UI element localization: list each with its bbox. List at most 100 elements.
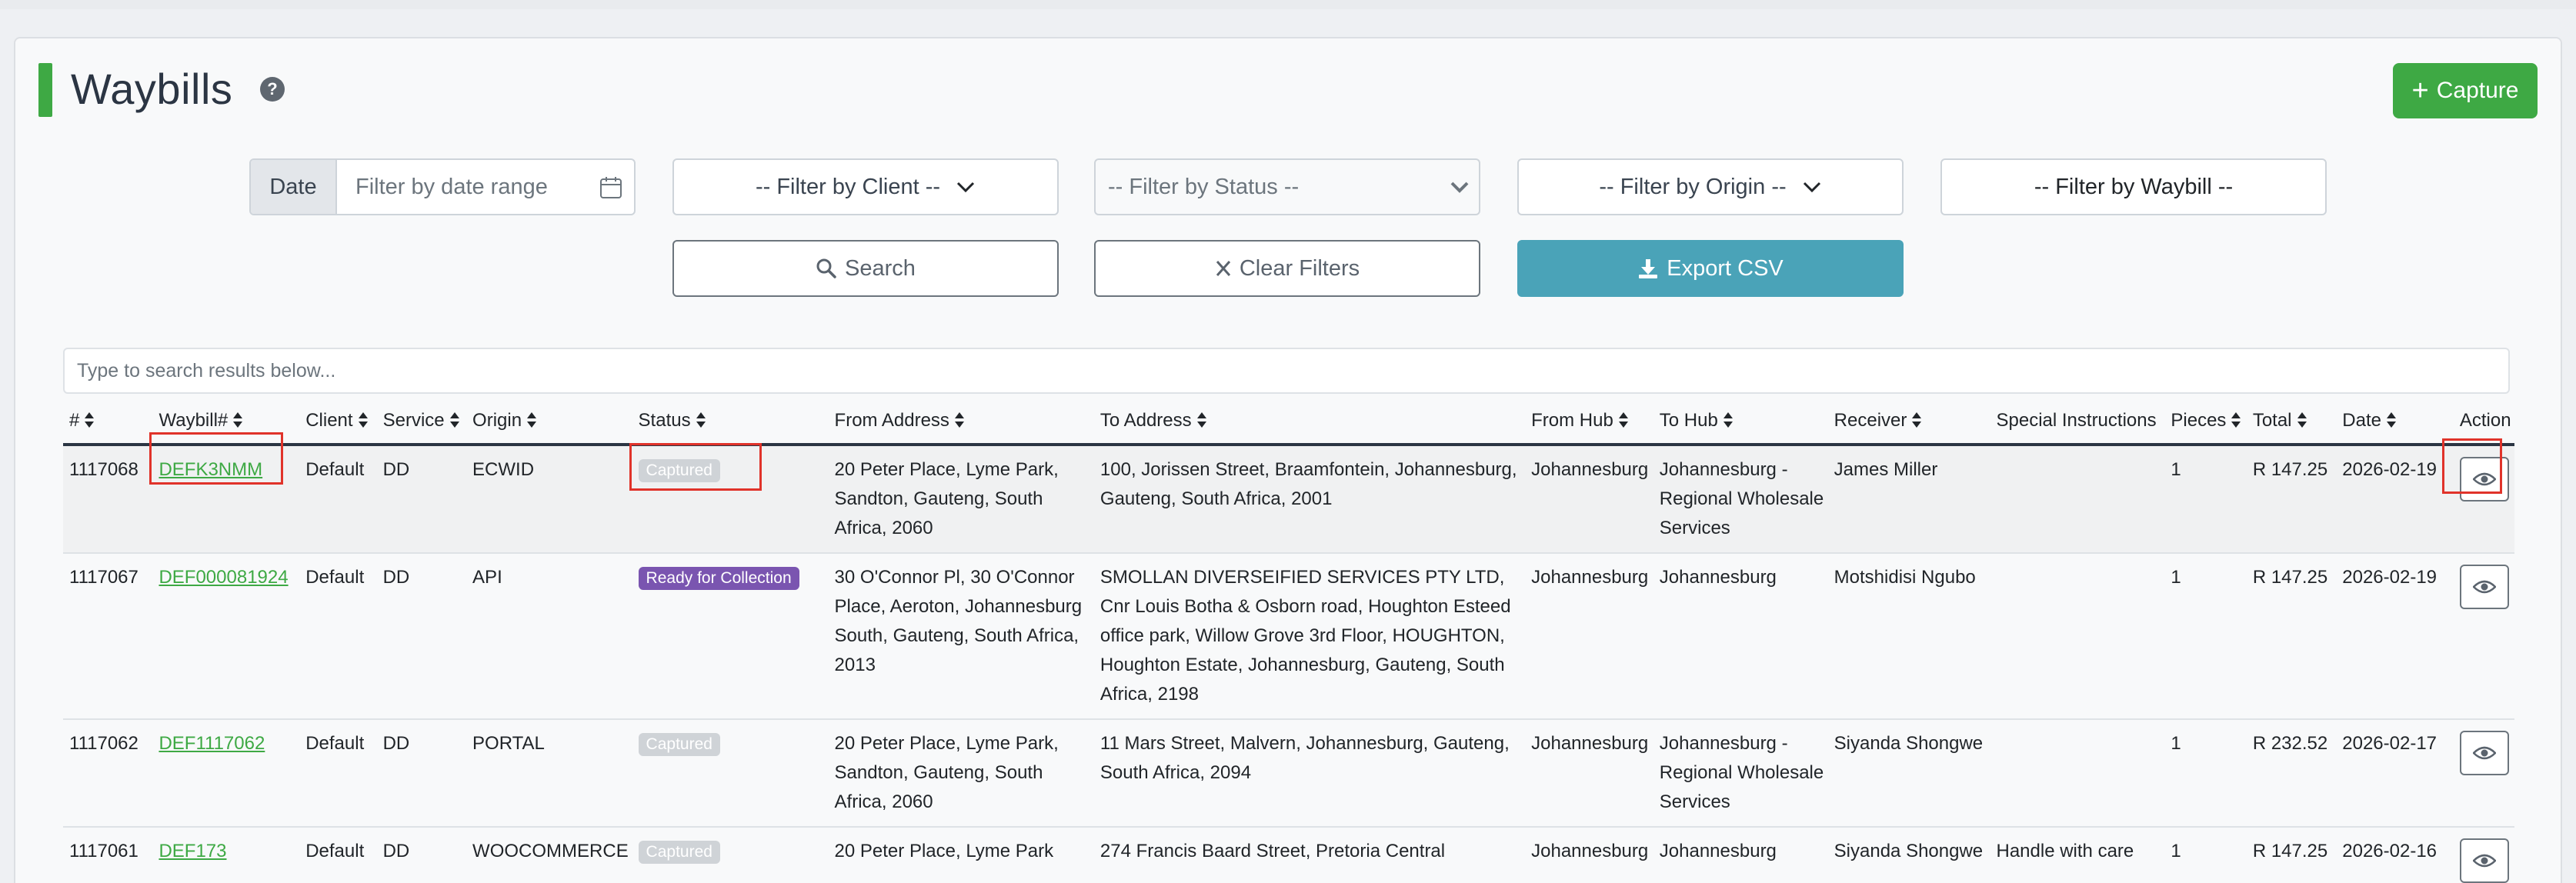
header-to-hub[interactable]: To Hub bbox=[1653, 398, 1828, 446]
cell-from-address: 20 Peter Place, Lyme Park, Sandton, Gaut… bbox=[828, 445, 1094, 554]
cell-receiver: Siyanda Shongwe bbox=[1827, 827, 1990, 883]
sort-icon bbox=[233, 412, 243, 428]
chevron-down-icon bbox=[1450, 182, 1469, 193]
highlight-status bbox=[629, 443, 762, 491]
plus-icon: + bbox=[2411, 75, 2429, 107]
date-filter: Date Filter by date range bbox=[249, 158, 636, 215]
cell-pieces: 1 bbox=[2164, 445, 2247, 554]
header-from-hub[interactable]: From Hub bbox=[1525, 398, 1653, 446]
sort-icon bbox=[527, 412, 537, 428]
table-header-row: # Waybill# Client Service Origin Status … bbox=[63, 398, 2514, 446]
cell-id: 1117067 bbox=[63, 553, 153, 720]
title-accent-bar bbox=[38, 63, 52, 117]
eye-icon bbox=[2472, 854, 2496, 868]
client-filter-select[interactable]: -- Filter by Client -- bbox=[672, 158, 1059, 215]
cell-origin: PORTAL bbox=[466, 719, 632, 828]
sort-icon bbox=[449, 412, 459, 428]
cell-pieces: 1 bbox=[2164, 553, 2247, 720]
cell-client: Default bbox=[299, 445, 377, 554]
cell-service: DD bbox=[376, 827, 467, 883]
client-filter-label: -- Filter by Client -- bbox=[755, 174, 941, 199]
waybill-filter-label: -- Filter by Waybill -- bbox=[2034, 174, 2234, 199]
cell-from-address: 20 Peter Place, Lyme Park bbox=[828, 827, 1094, 883]
sort-icon bbox=[2231, 412, 2241, 428]
cell-status: Captured bbox=[632, 827, 829, 883]
header-receiver[interactable]: Receiver bbox=[1827, 398, 1990, 446]
cell-total: R 232.52 bbox=[2246, 719, 2337, 828]
cell-action bbox=[2453, 719, 2514, 828]
sort-icon bbox=[2297, 412, 2307, 428]
chevron-down-icon bbox=[1803, 182, 1820, 193]
search-icon bbox=[816, 258, 836, 278]
capture-button[interactable]: + Capture bbox=[2393, 63, 2538, 118]
waybill-link[interactable]: DEF1117062 bbox=[158, 733, 265, 754]
header-origin[interactable]: Origin bbox=[466, 398, 632, 446]
sort-icon bbox=[85, 412, 95, 428]
sort-icon bbox=[696, 412, 706, 428]
header-total[interactable]: Total bbox=[2246, 398, 2337, 446]
cell-total: R 147.25 bbox=[2246, 827, 2337, 883]
origin-filter-select[interactable]: -- Filter by Origin -- bbox=[1517, 158, 1904, 215]
sort-icon bbox=[358, 412, 368, 428]
cell-client: Default bbox=[299, 827, 377, 883]
header-pieces[interactable]: Pieces bbox=[2164, 398, 2247, 446]
cell-status: Captured bbox=[632, 719, 829, 828]
cell-special bbox=[1990, 553, 2165, 720]
table-row: 1117061 DEF173 Default DD WOOCOMMERCE Capture… bbox=[63, 827, 2514, 883]
status-filter-select[interactable]: -- Filter by Status -- bbox=[1094, 158, 1480, 215]
header-service[interactable]: Service bbox=[376, 398, 467, 446]
cell-special bbox=[1990, 719, 2165, 828]
view-button[interactable] bbox=[2459, 565, 2509, 609]
cell-origin: ECWID bbox=[466, 445, 632, 554]
cell-date: 2026-02-16 bbox=[2336, 827, 2454, 883]
cell-pieces: 1 bbox=[2164, 827, 2247, 883]
cell-to-address: SMOLLAN DIVERSEIFIED SERVICES PTY LTD, C… bbox=[1093, 553, 1526, 720]
header-status[interactable]: Status bbox=[632, 398, 829, 446]
cell-waybill: DEF173 bbox=[152, 827, 300, 883]
date-label: Date bbox=[251, 160, 337, 214]
cell-date: 2026-02-17 bbox=[2336, 719, 2454, 828]
export-csv-button[interactable]: Export CSV bbox=[1517, 240, 1904, 297]
date-range-input[interactable]: Filter by date range bbox=[337, 160, 634, 214]
status-filter-label: -- Filter by Status -- bbox=[1108, 174, 1300, 199]
cell-to-address: 11 Mars Street, Malvern, Johannesburg, G… bbox=[1093, 719, 1526, 828]
cell-id: 1117068 bbox=[63, 445, 153, 554]
header-from-address[interactable]: From Address bbox=[828, 398, 1094, 446]
waybill-link[interactable]: DEF000081924 bbox=[158, 567, 288, 588]
page-title: Waybills bbox=[71, 65, 233, 113]
cell-to-hub: Johannesburg - Regional Wholesale Servic… bbox=[1653, 719, 1828, 828]
header-id[interactable]: # bbox=[63, 398, 153, 446]
header-client[interactable]: Client bbox=[299, 398, 377, 446]
results-search-placeholder: Type to search results below... bbox=[77, 359, 336, 382]
export-csv-label: Export CSV bbox=[1667, 255, 1784, 281]
eye-icon bbox=[2472, 746, 2496, 760]
highlight-action bbox=[2442, 438, 2502, 494]
cell-origin: API bbox=[466, 553, 632, 720]
cell-client: Default bbox=[299, 553, 377, 720]
cell-service: DD bbox=[376, 719, 467, 828]
calendar-icon[interactable] bbox=[599, 175, 623, 200]
sort-icon bbox=[1618, 412, 1628, 428]
cell-id: 1117061 bbox=[63, 827, 153, 883]
search-button[interactable]: Search bbox=[672, 240, 1059, 297]
header-special-instructions: Special Instructions bbox=[1990, 398, 2165, 446]
waybill-link[interactable]: DEF173 bbox=[158, 841, 226, 861]
view-button[interactable] bbox=[2459, 731, 2509, 775]
view-button[interactable] bbox=[2459, 838, 2509, 883]
clear-filters-button[interactable]: Clear Filters bbox=[1094, 240, 1480, 297]
close-icon bbox=[1216, 261, 1230, 276]
header-date[interactable]: Date bbox=[2336, 398, 2454, 446]
cell-to-hub: Johannesburg bbox=[1653, 553, 1828, 720]
highlight-waybill bbox=[149, 432, 283, 485]
cell-to-address: 100, Jorissen Street, Braamfontein, Joha… bbox=[1093, 445, 1526, 554]
header-to-address[interactable]: To Address bbox=[1093, 398, 1526, 446]
cell-client: Default bbox=[299, 719, 377, 828]
results-search-input[interactable]: Type to search results below... bbox=[63, 348, 2510, 394]
help-icon[interactable]: ? bbox=[260, 77, 285, 102]
cell-to-hub: Johannesburg bbox=[1653, 827, 1828, 883]
waybill-filter-select[interactable]: -- Filter by Waybill -- bbox=[1940, 158, 2327, 215]
eye-icon bbox=[2472, 580, 2496, 594]
sort-icon bbox=[2386, 412, 2396, 428]
cell-total: R 147.25 bbox=[2246, 553, 2337, 720]
sort-icon bbox=[954, 412, 964, 428]
